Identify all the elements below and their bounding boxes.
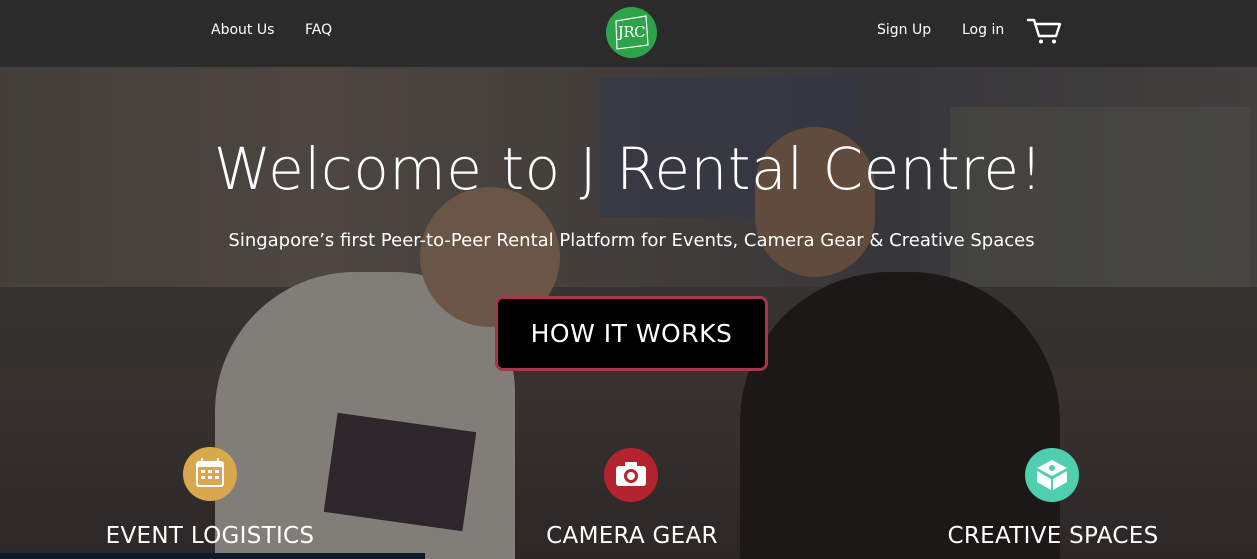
navbar: About Us FAQ JRC Sign Up Log in [0, 0, 1257, 67]
category-label-creative-spaces[interactable]: CREATIVE SPACES [928, 523, 1178, 549]
nav-about-link[interactable]: About Us [211, 22, 274, 38]
logo-text: JRC [617, 23, 646, 41]
how-it-works-button[interactable]: HOW IT WORKS [495, 296, 768, 371]
bottom-strip [0, 553, 425, 559]
nav-faq-link[interactable]: FAQ [305, 22, 332, 38]
hero-section: Welcome to J Rental Centre! Singapore’s … [0, 67, 1257, 559]
calendar-icon [196, 458, 224, 487]
cart-icon[interactable] [1026, 16, 1062, 46]
category-event-logistics[interactable] [183, 447, 237, 501]
space-icon [1037, 460, 1067, 490]
nav-signup-link[interactable]: Sign Up [877, 22, 931, 38]
category-camera-gear[interactable] [604, 448, 658, 502]
hero-title: Welcome to J Rental Centre! [213, 135, 1044, 203]
camera-icon [616, 462, 646, 486]
hero-subtitle: Singapore’s first Peer-to-Peer Rental Pl… [228, 230, 1035, 251]
category-label-event-logistics[interactable]: EVENT LOGISTICS [95, 523, 325, 549]
jrc-logo[interactable]: JRC [606, 7, 657, 58]
nav-login-link[interactable]: Log in [962, 22, 1004, 38]
category-creative-spaces[interactable] [1025, 448, 1079, 502]
category-label-camera-gear[interactable]: CAMERA GEAR [517, 523, 747, 549]
